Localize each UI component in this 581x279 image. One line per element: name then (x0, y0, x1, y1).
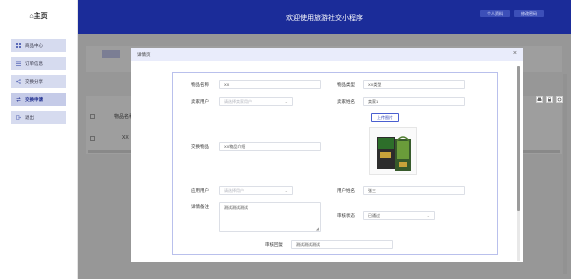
sidebar-item-goods-center[interactable]: 商品中心 (11, 39, 66, 52)
audit-reply-label: 审核回复 (265, 242, 283, 247)
grid-icon (15, 43, 21, 49)
audit-reply-input[interactable]: 测试测试测试 (291, 240, 393, 249)
dialog-title: 详情页 (137, 52, 151, 57)
sidebar-item-label: 交换申请 (25, 96, 43, 102)
sidebar: ⌂主页 商品中心 订单信息 交换分享 交换申请 退出 (0, 0, 78, 279)
close-icon[interactable]: × (513, 50, 517, 57)
sidebar-item-share[interactable]: 交换分享 (11, 75, 66, 88)
user-name-input[interactable]: 张三 (363, 186, 465, 195)
detail-dialog: 详情页 × 物品名称 XX 物品类型 XX类型 卖家用户 请选择卖家用户 ⌄ 卖… (131, 48, 523, 262)
sidebar-item-label: 交换分享 (25, 78, 43, 84)
item-type-input[interactable]: XX类型 (363, 80, 465, 89)
resize-grip-icon[interactable]: ◢ (316, 226, 319, 231)
audit-status-value: 已通过 (368, 213, 380, 218)
apply-account-placeholder: 请选择用户 (224, 188, 244, 193)
user-name-label: 用户姓名 (337, 188, 355, 193)
list-icon (15, 61, 21, 67)
lock-icon[interactable] (546, 96, 553, 103)
audit-status-label: 审核状态 (337, 213, 355, 218)
sidebar-item-label: 商品中心 (25, 42, 43, 48)
chevron-down-icon: ⌄ (284, 99, 288, 104)
upload-image-button[interactable]: 上传图片 (371, 113, 399, 122)
print-icon[interactable] (536, 96, 543, 103)
item-type-label: 物品类型 (337, 82, 355, 87)
sidebar-item-exchange-apply[interactable]: 交换申请 (11, 93, 66, 106)
change-password-button[interactable]: 修改密码 (514, 10, 544, 17)
detail-note-textarea[interactable]: 测试测试测试 ◢ (219, 202, 321, 232)
tea-package-image (369, 127, 417, 175)
chevron-down-icon: ⌄ (284, 188, 288, 193)
detail-note-text: 测试测试测试 (224, 205, 248, 210)
exchange-item-label: 交换物品 (191, 144, 209, 149)
seller-account-placeholder: 请选择卖家用户 (224, 99, 252, 104)
chevron-down-icon: ⌄ (426, 213, 430, 218)
seller-account-label: 卖家用户 (191, 99, 209, 104)
apply-account-label: 应用用户 (191, 188, 209, 193)
dialog-scrollbar[interactable] (517, 66, 520, 261)
logout-icon (15, 115, 21, 121)
share-icon (15, 79, 21, 85)
audit-status-select[interactable]: 已通过 ⌄ (363, 211, 435, 220)
exchange-icon (15, 97, 21, 103)
settings-icon[interactable] (556, 96, 563, 103)
detail-form: 物品名称 XX 物品类型 XX类型 卖家用户 请选择卖家用户 ⌄ 卖家姓名 卖家… (172, 72, 498, 255)
sidebar-item-label: 订单信息 (25, 60, 43, 66)
item-name-input[interactable]: XX (219, 80, 321, 89)
top-header: 欢迎使用旅游社交小程序 个人资料 修改密码 (78, 0, 571, 34)
seller-name-input[interactable]: 卖家1 (363, 97, 465, 106)
sidebar-item-label: 退出 (25, 114, 34, 120)
detail-note-label: 详情备注 (191, 204, 209, 209)
sidebar-item-orders[interactable]: 订单信息 (11, 57, 66, 70)
seller-account-select[interactable]: 请选择卖家用户 ⌄ (219, 97, 293, 106)
profile-button[interactable]: 个人资料 (480, 10, 510, 17)
dialog-header: 详情页 × (131, 48, 523, 61)
item-name-label: 物品名称 (191, 82, 209, 87)
home-logo[interactable]: ⌂主页 (0, 0, 77, 34)
scrollbar-thumb[interactable] (517, 66, 520, 211)
sidebar-item-logout[interactable]: 退出 (11, 111, 66, 124)
seller-name-label: 卖家姓名 (337, 99, 355, 104)
exchange-item-input[interactable]: XX物品介绍 (219, 142, 321, 151)
apply-account-select[interactable]: 请选择用户 ⌄ (219, 186, 293, 195)
